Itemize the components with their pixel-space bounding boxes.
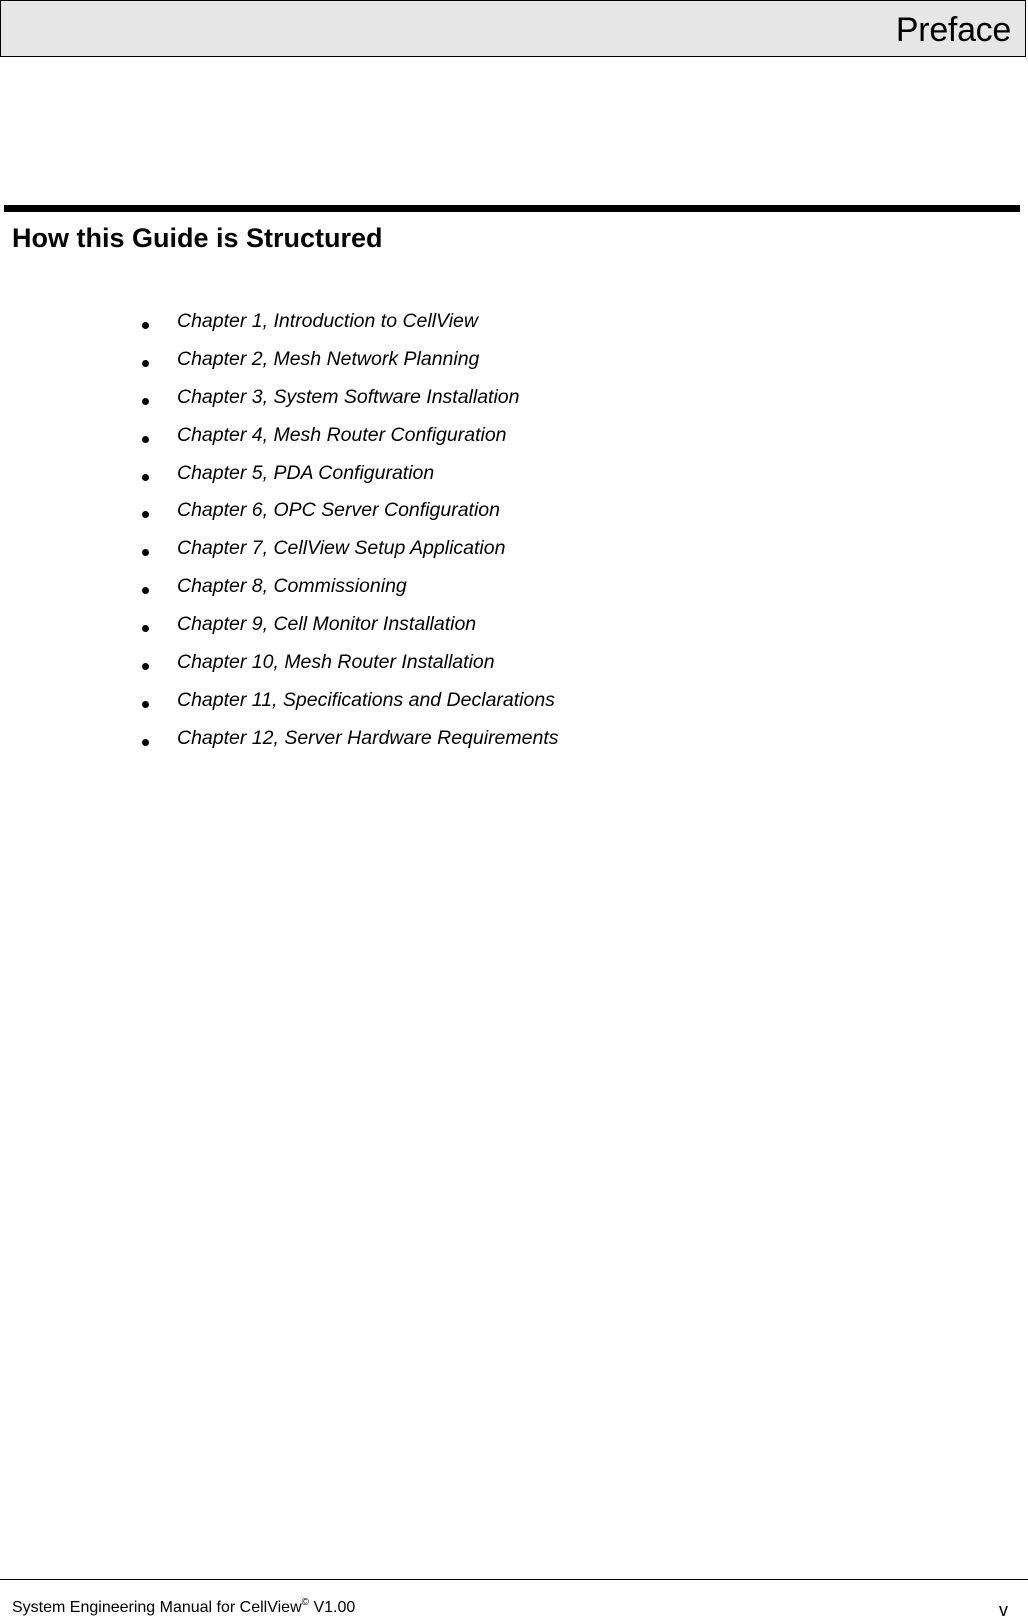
footer-divider (0, 1579, 1028, 1580)
chapter-heading: Preface (895, 11, 1011, 49)
bullet-icon (142, 738, 149, 746)
bullet-icon (142, 511, 149, 519)
chapter-link[interactable]: Chapter 6, OPC Server Configuration (177, 492, 500, 530)
bullet-icon (142, 700, 149, 708)
chapter-link[interactable]: Chapter 9, Cell Monitor Installation (177, 606, 476, 644)
bullet-icon (142, 397, 149, 405)
chapter-link[interactable]: Chapter 11, Specifications and Declarati… (177, 682, 555, 720)
section-divider (4, 205, 1020, 212)
chapter-link[interactable]: Chapter 3, System Software Installation (177, 379, 520, 417)
chapter-link[interactable]: Chapter 8, Commissioning (177, 568, 407, 606)
chapter-link[interactable]: Chapter 10, Mesh Router Installation (177, 644, 495, 682)
bullet-icon (142, 587, 149, 595)
bullet-icon (142, 435, 149, 443)
page-number: v (999, 1600, 1008, 1620)
chapter-link[interactable]: Chapter 1, Introduction to CellView (177, 303, 478, 341)
chapter-link[interactable]: Chapter 12, Server Hardware Requirements (177, 720, 559, 758)
bullet-icon (142, 473, 149, 481)
chapter-link[interactable]: Chapter 5, PDA Configuration (177, 455, 434, 493)
manual-title-text: System Engineering Manual for CellView (12, 1599, 302, 1616)
chapter-link[interactable]: Chapter 2, Mesh Network Planning (177, 341, 479, 379)
chapter-link[interactable]: Chapter 4, Mesh Router Configuration (177, 417, 507, 455)
version-text: V1.00 (309, 1599, 356, 1616)
bullet-icon (142, 322, 149, 329)
bullet-icon (142, 549, 149, 557)
page-header-bar: Preface (0, 0, 1026, 57)
copyright-symbol: © (301, 1597, 309, 1608)
footer-manual-title: System Engineering Manual for CellView© … (12, 1598, 355, 1618)
chapter-link[interactable]: Chapter 7, CellView Setup Application (177, 530, 505, 568)
bullet-icon (142, 359, 149, 367)
bullet-icon (142, 663, 149, 671)
section-title: How this Guide is Structured (12, 223, 383, 253)
bullet-icon (142, 625, 149, 633)
